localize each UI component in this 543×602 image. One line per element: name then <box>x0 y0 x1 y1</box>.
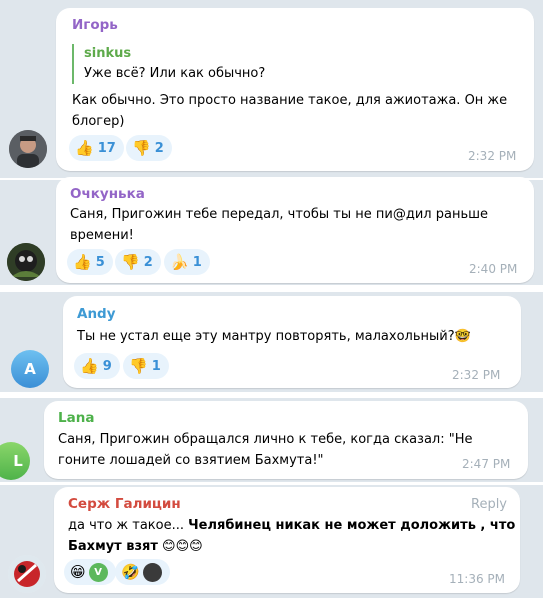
message-text-line: Бахмут взят 😊😊😊 <box>68 536 515 557</box>
grinning-face-icon: 😁 <box>70 562 86 581</box>
message-time: 2:40 PM <box>469 262 518 276</box>
message-time: 2:32 PM <box>452 368 501 382</box>
reaction-thumbs-up[interactable]: 👍 9 <box>74 353 120 379</box>
quote-author: sinkus <box>84 46 132 61</box>
message-text-line: гоните лошадей со взятием Бахмута!" <box>58 453 324 468</box>
reaction-thumbs-up[interactable]: 👍 17 <box>69 135 124 161</box>
message-text-bold: Челябинец никак не может доложить , что <box>188 518 516 533</box>
smiling-face-icon: 😊😊😊 <box>162 539 203 554</box>
reaction-count: 2 <box>143 254 153 270</box>
reaction-count: 1 <box>151 358 161 374</box>
avatar-letter: L <box>13 452 23 470</box>
banana-icon: 🍌 <box>170 252 189 271</box>
message-text-content: Ты не устал еще эту мантру повторять, ма… <box>77 329 455 344</box>
message-time: 2:47 PM <box>462 457 511 471</box>
reaction-thumbs-up[interactable]: 👍 5 <box>67 249 113 275</box>
message-text-line: да что ж такое... Челябинец никак не мож… <box>68 515 515 536</box>
nerd-face-icon: 🤓 <box>454 329 471 344</box>
reaction-banana[interactable]: 🍌 1 <box>164 249 210 275</box>
reaction-thumbs-down[interactable]: 👎 2 <box>126 135 172 161</box>
reaction-grin[interactable]: 😁 V <box>64 559 116 585</box>
message-text-line: блогер) <box>72 114 125 129</box>
avatar-igor[interactable] <box>9 130 47 168</box>
avatar-ochkunka[interactable] <box>7 243 45 281</box>
rolling-laughing-icon: 🤣 <box>121 562 140 581</box>
reaction-count: 5 <box>95 254 105 270</box>
message-text: Саня, Пригожин обращался лично к тебе, к… <box>58 429 473 471</box>
reaction-thumbs-down[interactable]: 👎 2 <box>115 249 161 275</box>
avatar-serzh[interactable] <box>8 555 46 593</box>
thumbs-up-icon: 👍 <box>73 252 92 271</box>
reaction-count: 1 <box>192 254 202 270</box>
thumbs-down-icon: 👎 <box>129 356 148 375</box>
message-text-line: Как обычно. Это просто название такое, д… <box>72 93 508 108</box>
message-text-line: Саня, Пригожин обращался лично к тебе, к… <box>58 432 473 447</box>
reactor-avatar <box>142 562 162 582</box>
reaction-count: 17 <box>97 140 116 156</box>
quote-text: Уже всё? Или как обычно? <box>84 66 266 81</box>
reactor-avatar: V <box>88 562 108 582</box>
thumbs-down-icon: 👎 <box>132 138 151 157</box>
reaction-count: 2 <box>154 140 164 156</box>
reaction-thumbs-down[interactable]: 👎 1 <box>123 353 169 379</box>
message-text: Как обычно. Это просто название такое, д… <box>72 90 507 132</box>
author-name[interactable]: Игорь <box>72 17 118 33</box>
message-text: да что ж такое... Челябинец никак не мож… <box>68 515 515 557</box>
reaction-rofl[interactable]: 🤣 <box>115 559 170 585</box>
author-name[interactable]: Andy <box>77 306 116 322</box>
message-text-prefix: да что ж такое... <box>68 518 189 533</box>
message-text: Ты не устал еще эту мантру повторять, ма… <box>77 326 471 347</box>
message-text-line: времени! <box>70 228 134 243</box>
thumbs-up-icon: 👍 <box>80 356 99 375</box>
quoted-message[interactable]: sinkus Уже всё? Или как обычно? <box>72 44 265 84</box>
message-text-bold: Бахмут взят <box>68 539 158 554</box>
message-text-line: Саня, Пригожин тебе передал, чтобы ты не… <box>70 207 488 222</box>
reply-button[interactable]: Reply <box>471 497 507 512</box>
author-name[interactable]: Lana <box>58 410 94 426</box>
message-text: Саня, Пригожин тебе передал, чтобы ты не… <box>70 204 488 246</box>
reaction-count: 9 <box>102 358 112 374</box>
avatar-andy[interactable]: A <box>11 350 49 388</box>
message-time: 11:36 PM <box>449 572 505 586</box>
author-name[interactable]: Очкунька <box>70 186 145 202</box>
avatar-letter: A <box>24 360 36 378</box>
author-name[interactable]: Серж Галицин <box>68 496 181 512</box>
message-time: 2:32 PM <box>468 149 517 163</box>
thumbs-up-icon: 👍 <box>75 138 94 157</box>
thumbs-down-icon: 👎 <box>121 252 140 271</box>
